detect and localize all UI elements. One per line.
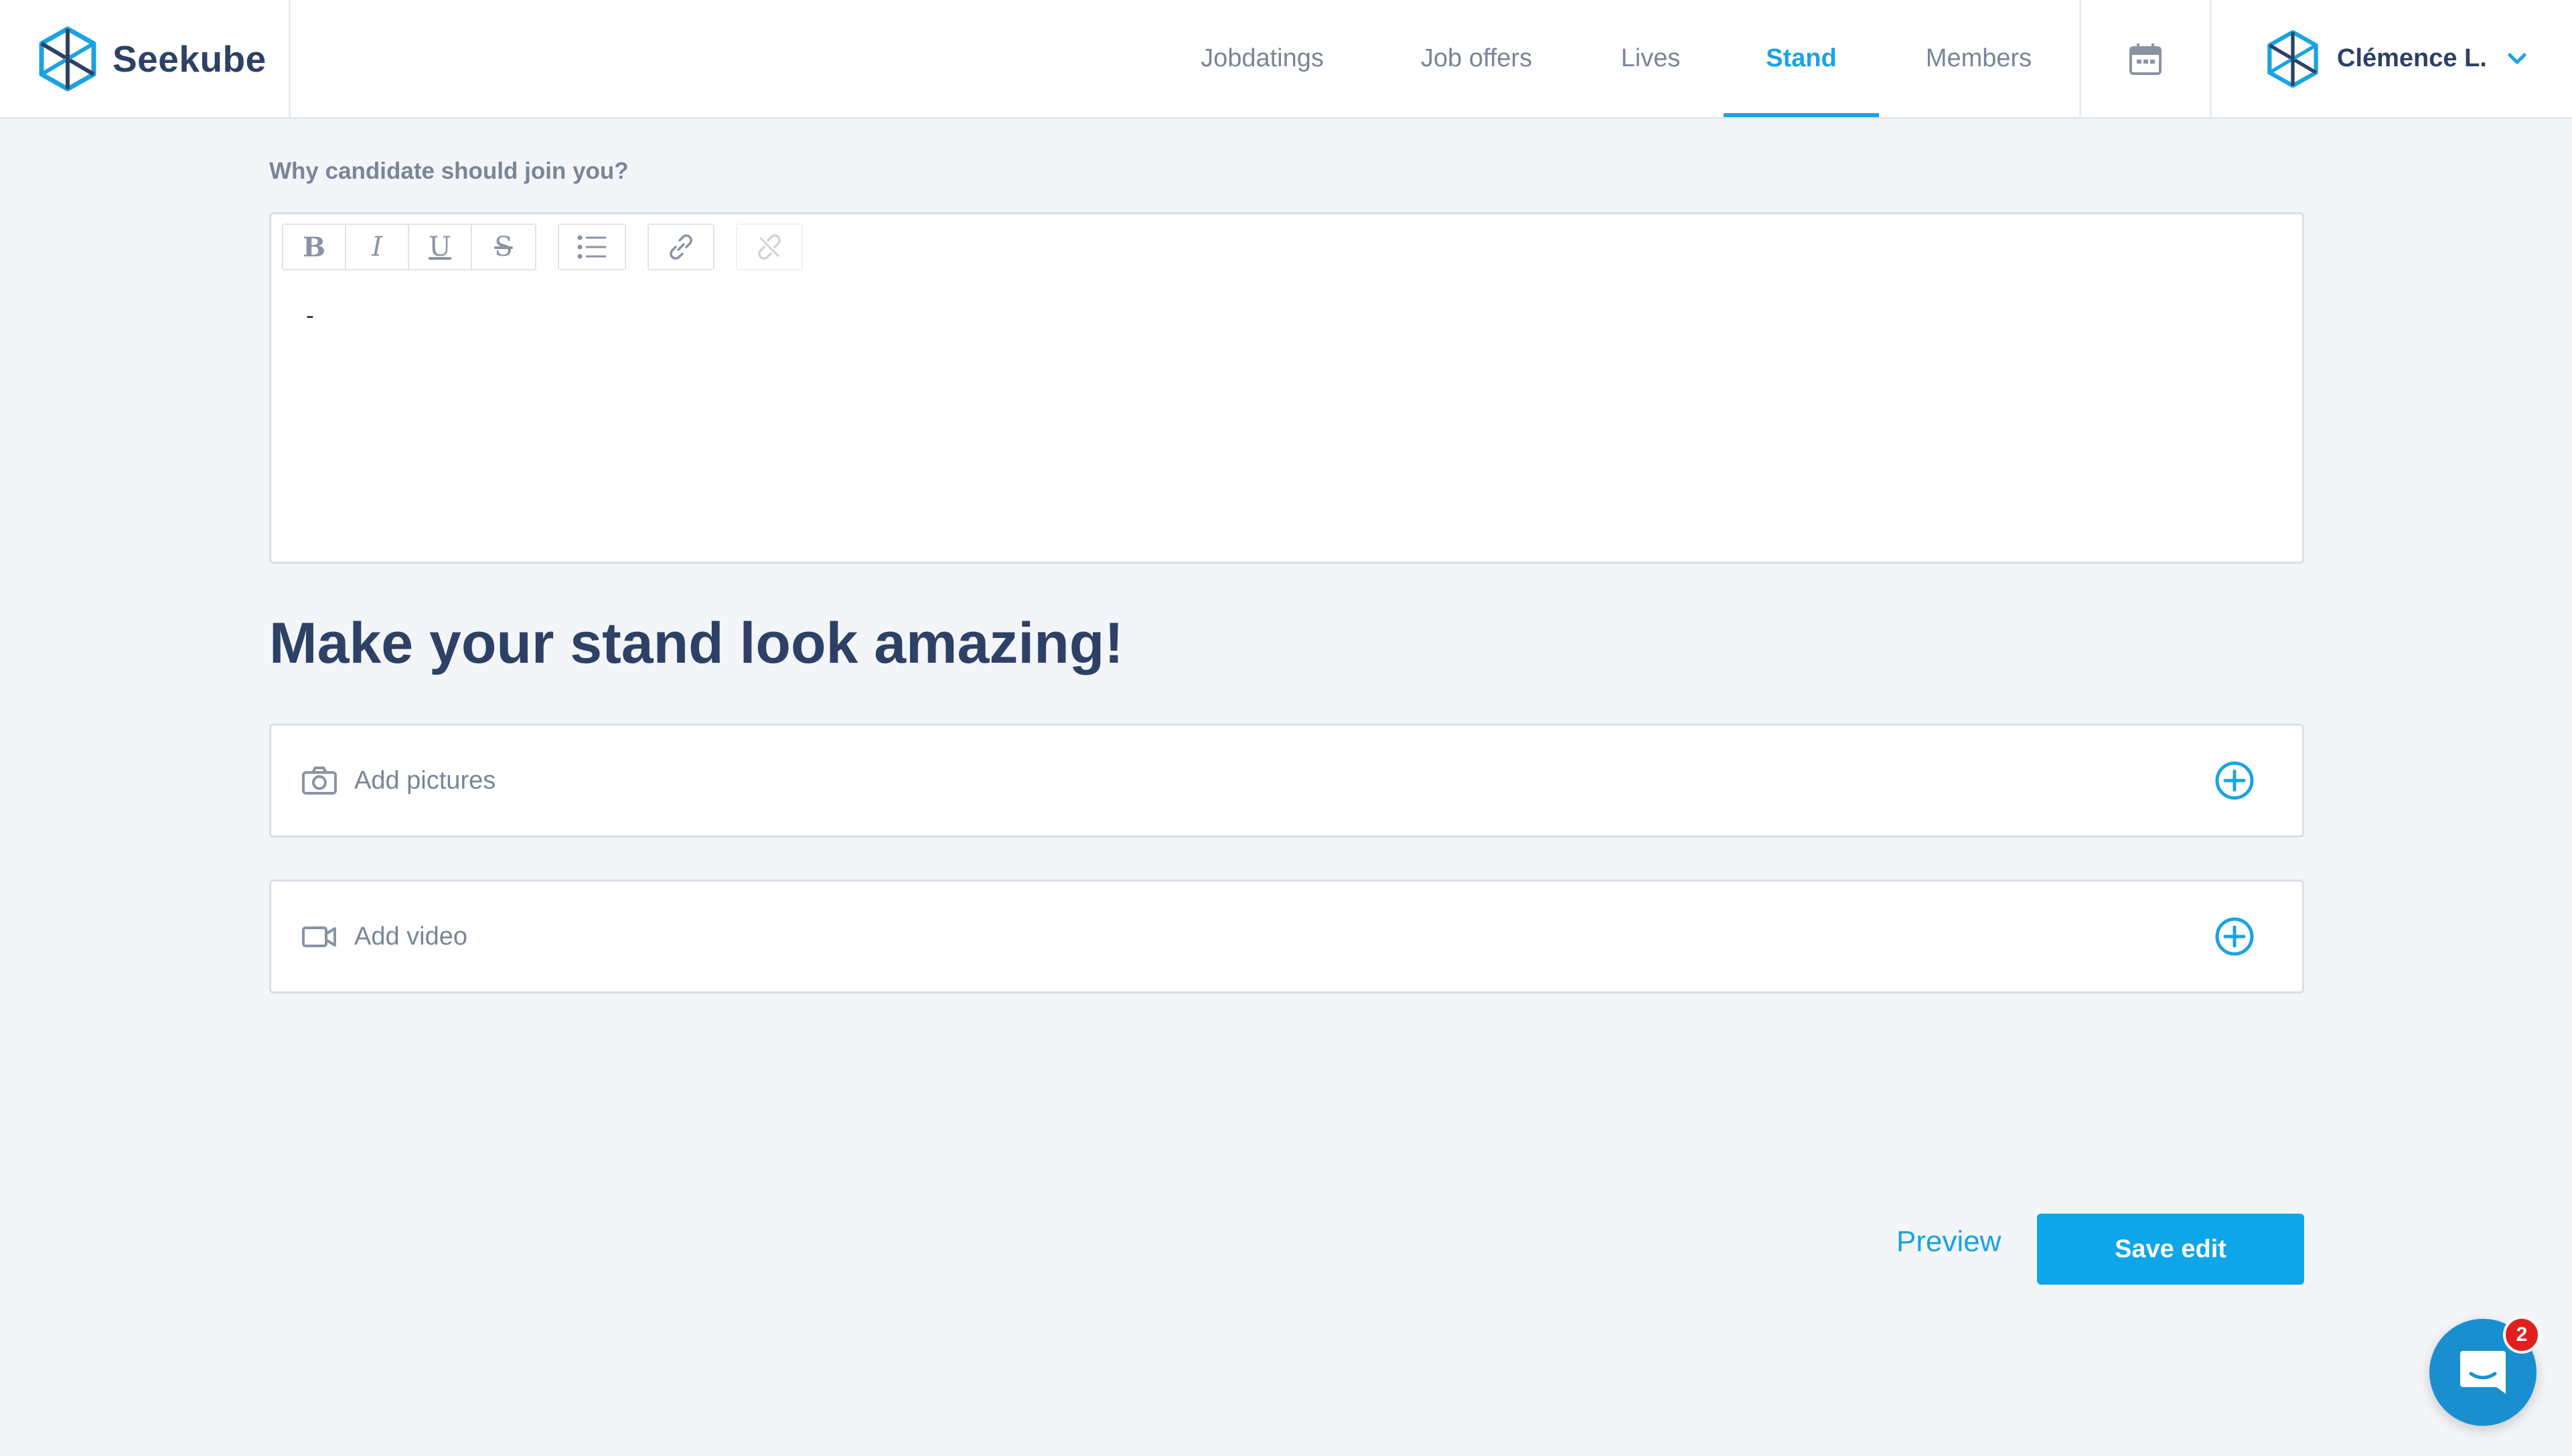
strikethrough-button[interactable]: S xyxy=(472,225,535,269)
nav-members[interactable]: Members xyxy=(1902,0,2056,117)
nav-lives[interactable]: Lives xyxy=(1600,0,1701,117)
calendar-icon xyxy=(2129,43,2162,75)
seekube-logo-icon xyxy=(39,26,96,91)
bullet-list-icon xyxy=(577,235,606,259)
user-name: Clémence L. xyxy=(2337,44,2487,72)
nav-jobdatings[interactable]: Jobdatings xyxy=(1179,0,1346,117)
italic-button[interactable]: I xyxy=(346,225,409,269)
preview-link[interactable]: Preview xyxy=(1896,1225,2001,1259)
format-group: B I U S xyxy=(282,224,536,270)
why-join-label: Why candidate should join you? xyxy=(269,158,629,184)
link-icon xyxy=(670,234,692,260)
bold-button[interactable]: B xyxy=(283,225,346,269)
add-video-card[interactable]: Add video xyxy=(269,880,2304,993)
user-menu[interactable]: Clémence L. xyxy=(2212,0,2572,117)
add-video-label: Add video xyxy=(354,922,468,951)
section-title: Make your stand look amazing! xyxy=(269,611,1124,675)
editor-toolbar: B I U S xyxy=(282,224,824,270)
rich-text-editor[interactable]: B I U S - xyxy=(269,212,2304,564)
avatar xyxy=(2262,25,2324,92)
calendar-button[interactable] xyxy=(2081,0,2210,117)
active-tab-indicator xyxy=(1724,113,1879,117)
chat-icon xyxy=(2460,1351,2506,1394)
unlink-icon xyxy=(758,234,781,260)
nav-job-offers[interactable]: Job offers xyxy=(1400,0,1554,117)
add-pictures-label: Add pictures xyxy=(354,766,496,795)
video-camera-icon xyxy=(299,920,339,953)
list-group xyxy=(558,224,626,270)
chevron-down-icon[interactable] xyxy=(2507,52,2527,66)
logo[interactable]: Seekube xyxy=(0,0,291,117)
unlink-group xyxy=(736,224,803,270)
editor-content[interactable]: - xyxy=(306,301,314,329)
add-video-plus-icon[interactable] xyxy=(2214,916,2255,957)
link-button[interactable] xyxy=(649,225,713,269)
top-header: Seekube Jobdatings Job offers Lives Stan… xyxy=(0,0,2572,119)
save-edit-button[interactable]: Save edit xyxy=(2037,1214,2304,1285)
add-pictures-plus-icon[interactable] xyxy=(2214,760,2255,801)
company-logo-icon xyxy=(2267,29,2318,88)
nav-stand[interactable]: Stand xyxy=(1724,0,1879,117)
link-group xyxy=(648,224,714,270)
bullet-list-button[interactable] xyxy=(559,225,625,269)
camera-icon xyxy=(299,764,339,797)
unlink-button[interactable] xyxy=(737,225,802,269)
underline-button[interactable]: U xyxy=(409,225,472,269)
brand-name: Seekube xyxy=(112,37,267,80)
add-pictures-card[interactable]: Add pictures xyxy=(269,724,2304,837)
chat-notification-badge: 2 xyxy=(2503,1316,2541,1354)
